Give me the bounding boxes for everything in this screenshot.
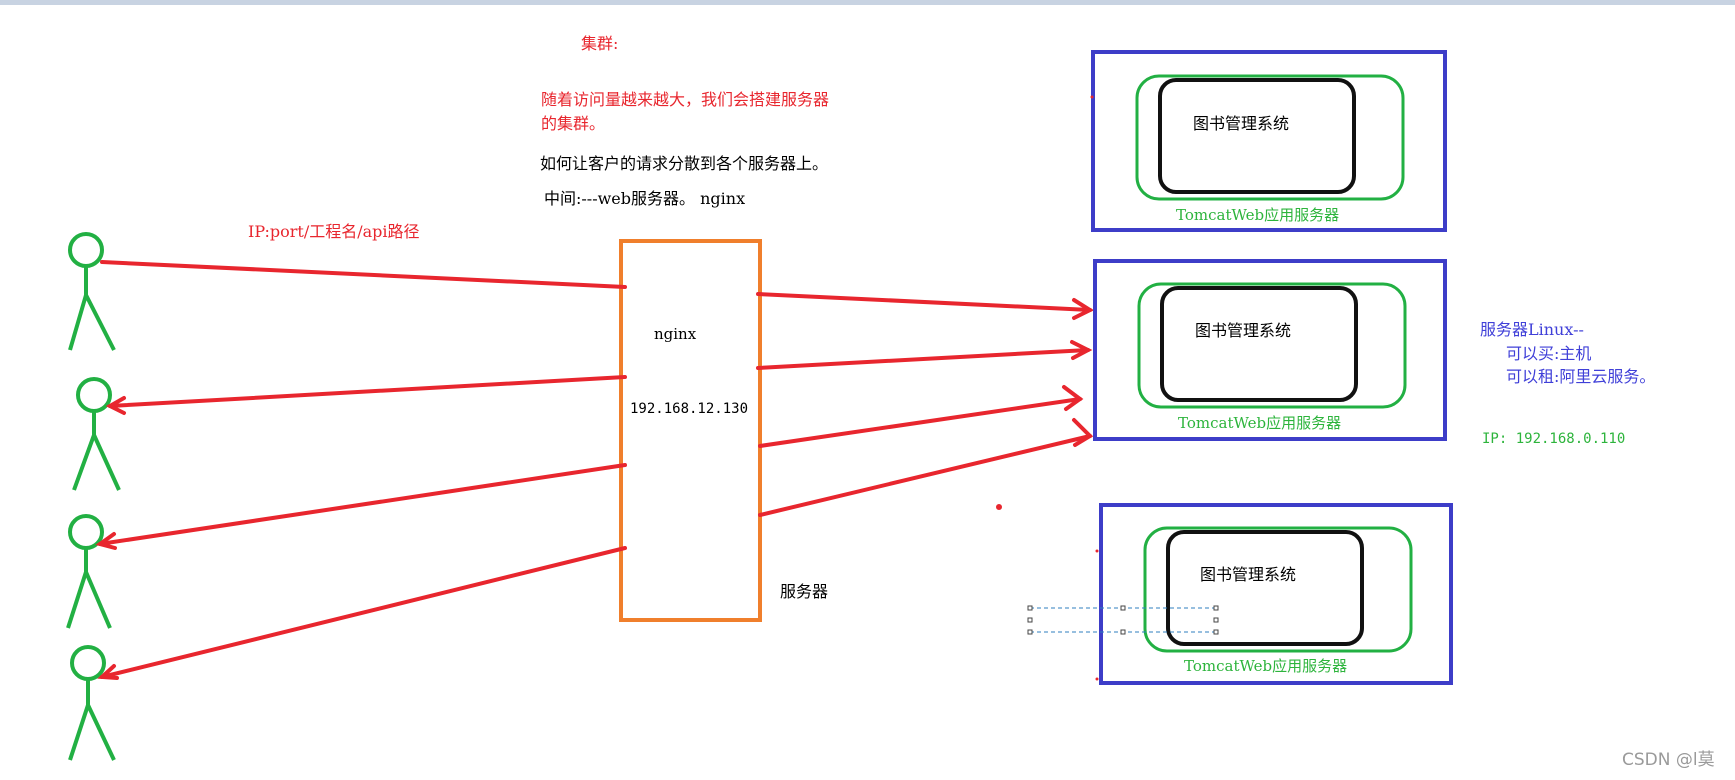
server-info-rent: 可以租:阿里云服务。: [1506, 367, 1656, 386]
stray-dot: [1090, 95, 1094, 99]
response-arrow-3: [95, 463, 627, 550]
request-path-label: IP:port/工程名/api路径: [248, 222, 420, 241]
middle-server-note: 中间:---web服务器。 nginx: [544, 189, 746, 208]
nginx-ip-label: 192.168.12.130: [630, 401, 749, 417]
user-figure-2: [72, 377, 121, 491]
tomcat-label-2: TomcatWeb应用服务器: [1178, 414, 1342, 432]
watermark: CSDN @l莫: [1622, 750, 1715, 770]
server-info-ip: IP: 192.168.0.110: [1482, 431, 1626, 447]
nginx-server-box: [619, 239, 762, 622]
response-arrow-2: [105, 375, 627, 415]
server-node-1: [1091, 50, 1447, 232]
forward-arrow-3: [758, 385, 1084, 448]
app-label-1: 图书管理系统: [1193, 114, 1290, 133]
app-label-3: 图书管理系统: [1200, 565, 1297, 584]
selection-handles[interactable]: [1027, 605, 1219, 635]
response-arrow-4: [97, 546, 627, 680]
forward-arrow-1: [756, 292, 1095, 320]
server-caption: 服务器: [780, 582, 829, 601]
architecture-diagram: [66, 50, 1453, 761]
forward-arrow-2: [756, 340, 1093, 370]
forward-arrow-4: [758, 418, 1094, 517]
tomcat-label-3: TomcatWeb应用服务器: [1184, 657, 1348, 675]
stray-dot: [1095, 549, 1099, 553]
user-figure-3: [66, 514, 112, 629]
request-arrow-1: [100, 260, 627, 289]
server-node-2: [1093, 259, 1447, 441]
question-text: 如何让客户的请求分散到各个服务器上。: [540, 154, 829, 173]
stray-dot: [996, 504, 1002, 510]
cluster-title: 集群:: [581, 34, 619, 53]
stray-dot: [1095, 677, 1099, 681]
app-label-2: 图书管理系统: [1195, 321, 1292, 340]
user-figure-4: [68, 645, 116, 761]
nginx-label: nginx: [654, 325, 697, 343]
tomcat-label-1: TomcatWeb应用服务器: [1176, 206, 1340, 224]
cluster-description-line1: 随着访问量越来越大，我们会搭建服务器: [541, 90, 830, 109]
user-figure-1: [68, 232, 116, 351]
server-info-title: 服务器Linux--: [1480, 320, 1584, 339]
cluster-description-line2: 的集群。: [541, 114, 606, 133]
server-info-buy: 可以买:主机: [1506, 344, 1592, 363]
